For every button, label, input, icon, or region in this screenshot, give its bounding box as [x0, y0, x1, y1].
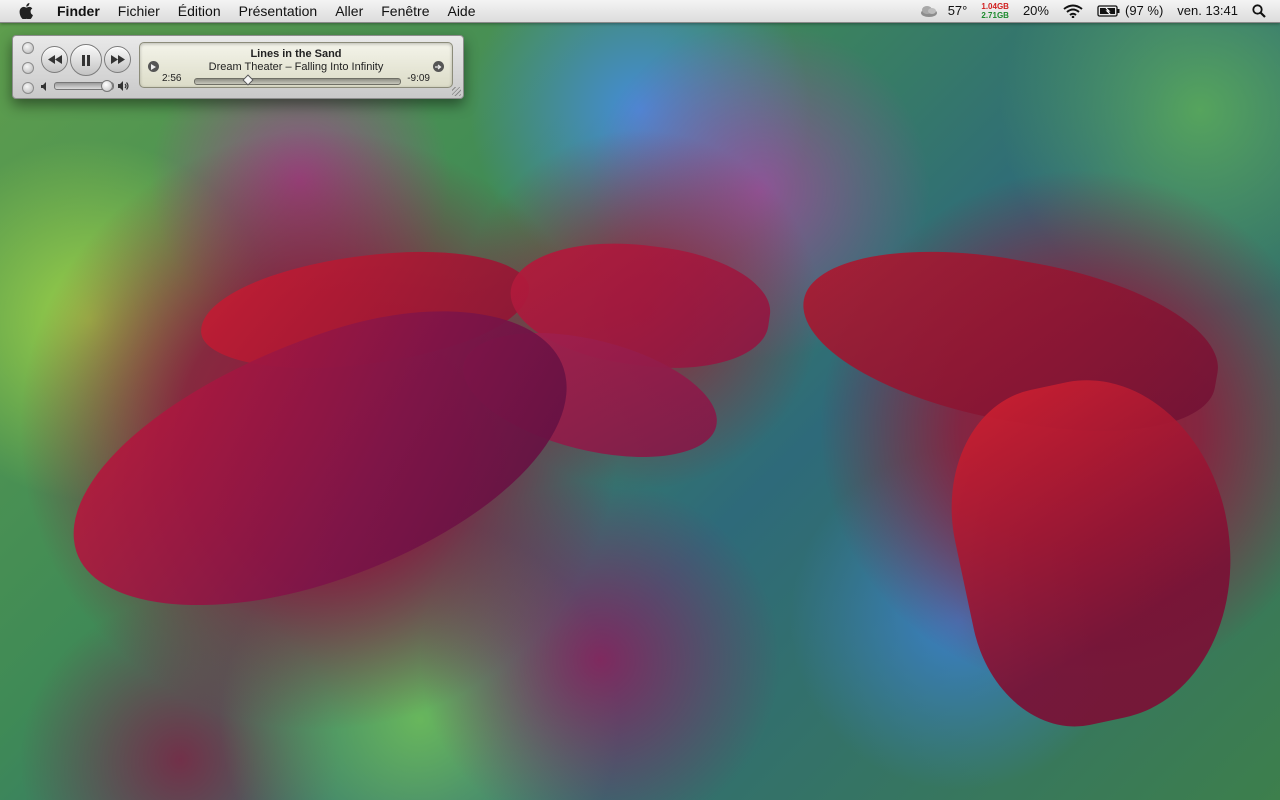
snapback-arrow-icon: [435, 64, 442, 69]
menu-bar-status: 57° 1.04GB 2.71GB 20% (97 %) ven. 13:41: [905, 0, 1280, 22]
volume-slider[interactable]: [54, 80, 114, 92]
play-small-icon: [151, 63, 156, 70]
minimize-button[interactable]: [22, 62, 34, 74]
rewind-icon: [47, 55, 62, 64]
playhead-knob[interactable]: [242, 74, 254, 86]
desktop-wallpaper: [0, 0, 1280, 800]
volume-slider-knob[interactable]: [100, 80, 113, 92]
menu-aller[interactable]: Aller: [326, 0, 372, 22]
weather-menu-extra[interactable]: 57°: [919, 0, 968, 22]
menu-edition[interactable]: Édition: [169, 0, 230, 22]
menu-app-finder[interactable]: Finder: [48, 0, 109, 22]
zoom-button[interactable]: [22, 82, 34, 94]
track-title: Lines in the Sand: [250, 48, 342, 60]
next-track-button[interactable]: [104, 46, 131, 73]
volume-low-icon: [41, 81, 46, 91]
apple-logo-icon[interactable]: [16, 0, 36, 22]
memory-free-text: 2.71GB: [981, 11, 1009, 20]
now-playing-display[interactable]: Lines in the Sand Dream Theater – Fallin…: [139, 42, 453, 88]
battery-menu-extra[interactable]: (97 %): [1097, 0, 1163, 22]
menu-fichier[interactable]: Fichier: [109, 0, 169, 22]
pause-icon: [82, 54, 90, 66]
memory-menu-extra[interactable]: 1.04GB 2.71GB: [981, 2, 1009, 20]
menu-fenetre[interactable]: Fenêtre: [372, 0, 438, 22]
battery-percent-text: (97 %): [1124, 3, 1164, 18]
menu-aide[interactable]: Aide: [438, 0, 484, 22]
memory-used-text: 1.04GB: [981, 2, 1009, 11]
resize-grip[interactable]: [452, 87, 461, 96]
volume-control: [41, 80, 135, 92]
window-controls: [22, 42, 34, 102]
battery-icon: [1097, 5, 1120, 17]
fast-forward-icon: [110, 55, 125, 64]
menu-bar-left: Finder Fichier Édition Présentation Alle…: [0, 0, 485, 22]
itunes-mini-player: Lines in the Sand Dream Theater – Fallin…: [12, 35, 464, 99]
temperature-text: 57°: [947, 3, 968, 18]
menu-bar: Finder Fichier Édition Présentation Alle…: [0, 0, 1280, 23]
track-artist-album: Dream Theater – Falling Into Infinity: [208, 61, 384, 73]
clock-text[interactable]: ven. 13:41: [1177, 0, 1238, 22]
lcd-mode-button[interactable]: [148, 61, 159, 72]
close-button[interactable]: [22, 42, 34, 54]
cpu-usage-text[interactable]: 20%: [1023, 0, 1049, 22]
elapsed-time: 2:56: [162, 73, 182, 84]
play-pause-button[interactable]: [70, 44, 102, 76]
remaining-time: -9:09: [407, 73, 430, 84]
weather-cloud-icon: [920, 6, 937, 17]
playback-progress-bar[interactable]: [194, 74, 401, 86]
previous-track-button[interactable]: [41, 46, 68, 73]
menu-presentation[interactable]: Présentation: [230, 0, 327, 22]
wifi-icon[interactable]: [1063, 4, 1083, 18]
snapback-button[interactable]: [433, 61, 444, 72]
volume-high-icon: [118, 81, 129, 91]
spotlight-search-icon[interactable]: [1252, 4, 1266, 18]
